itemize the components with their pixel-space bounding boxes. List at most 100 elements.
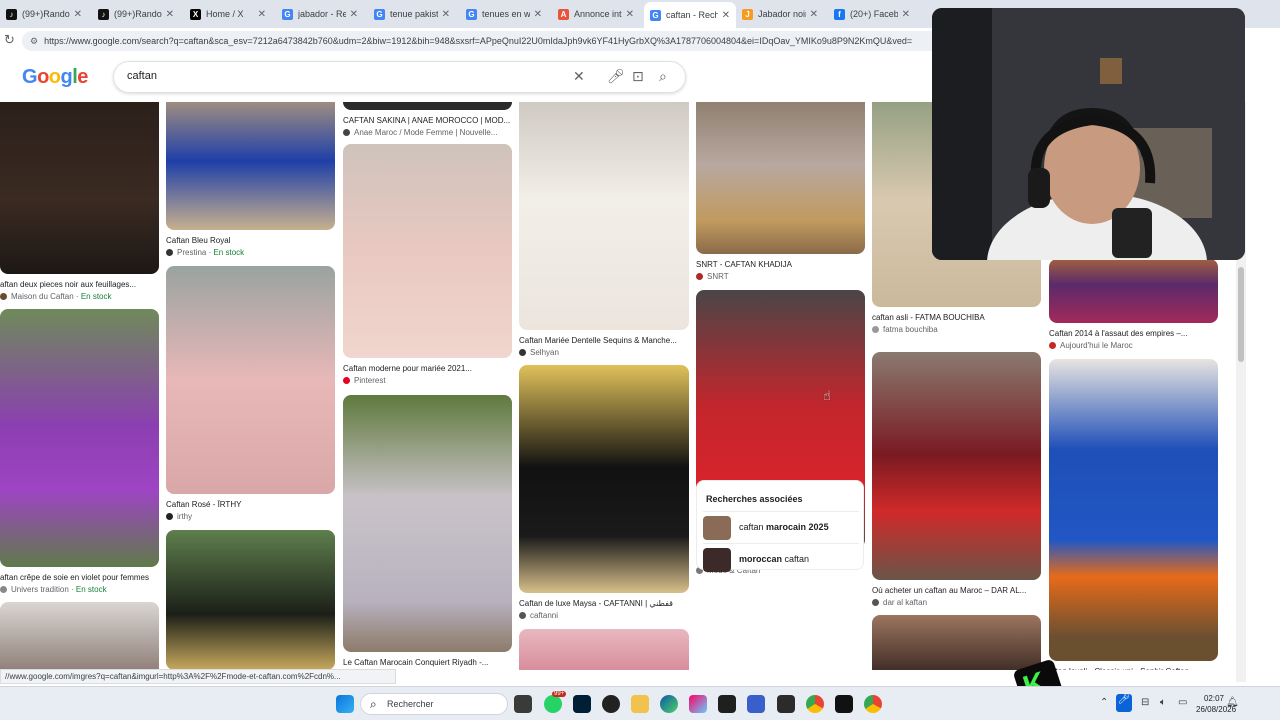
taskbar-search-box[interactable]: ⌕ Rechercher bbox=[360, 693, 508, 715]
result-thumbnail[interactable] bbox=[0, 309, 159, 567]
tab-close-icon[interactable]: ✕ bbox=[442, 9, 450, 20]
tab-close-icon[interactable]: ✕ bbox=[534, 9, 542, 20]
result-caption[interactable]: caftan asli - FATMA BOUCHIBA bbox=[872, 313, 1041, 322]
result-caption[interactable]: CAFTAN SAKINA | ANAE MOROCCO | MOD... bbox=[343, 116, 512, 125]
result-thumbnail[interactable] bbox=[0, 602, 159, 670]
tab-close-icon[interactable]: ✕ bbox=[166, 9, 174, 20]
task-view-icon[interactable] bbox=[514, 695, 532, 713]
browser-tab[interactable]: A Annonce introu ✕ bbox=[552, 3, 640, 25]
photoshop-icon[interactable] bbox=[573, 695, 591, 713]
result-thumbnail[interactable] bbox=[519, 102, 689, 330]
result-thumbnail[interactable] bbox=[519, 629, 689, 670]
result-source: SNRT bbox=[696, 272, 865, 281]
result-source: dar al kaftan bbox=[872, 598, 1041, 607]
source-favicon-icon bbox=[519, 349, 526, 356]
result-thumbnail[interactable] bbox=[343, 395, 512, 652]
result-thumbnail[interactable] bbox=[343, 144, 512, 358]
microphone-icon[interactable]: 🎤︎ bbox=[607, 68, 625, 85]
tab-close-icon[interactable]: ✕ bbox=[902, 9, 910, 20]
result-caption[interactable]: aftan deux pieces noir aux feuillages... bbox=[0, 280, 159, 289]
browser-tab[interactable]: Gcaftan - Reche ✕ bbox=[644, 2, 736, 28]
microphone-icon[interactable]: 🎤︎ bbox=[1116, 694, 1132, 712]
tab-title: (99+)Randonne bbox=[22, 9, 70, 19]
browser-tab[interactable]: X Home / X ✕ bbox=[184, 3, 272, 25]
result-thumbnail[interactable] bbox=[343, 102, 512, 110]
app-icon[interactable] bbox=[747, 695, 765, 713]
related-search-label: caftan marocain 2025 bbox=[739, 522, 829, 532]
search-input[interactable]: caftan bbox=[127, 70, 157, 82]
result-caption[interactable]: SNRT - CAFTAN KHADIJA bbox=[696, 260, 865, 269]
capcut-icon[interactable] bbox=[718, 695, 736, 713]
related-search-item[interactable]: caftan marocain 2025 bbox=[703, 511, 859, 543]
tab-close-icon[interactable]: ✕ bbox=[810, 9, 818, 20]
browser-tab[interactable]: Gtenues en wax ✕ bbox=[460, 3, 548, 25]
chrome-icon[interactable] bbox=[806, 695, 824, 713]
reload-icon[interactable]: ↻ bbox=[4, 32, 15, 48]
result-caption[interactable]: Caftan de luxe Maysa - CAFTANNI | قفطني bbox=[519, 599, 689, 608]
result-caption[interactable]: Caftan Rosé - ÎRTHY bbox=[166, 500, 335, 509]
tab-favicon-icon: G bbox=[466, 8, 477, 20]
stock-status: En stock bbox=[75, 585, 107, 594]
browser-tab[interactable]: J Jabador noir h ✕ bbox=[736, 3, 824, 25]
result-thumbnail[interactable] bbox=[519, 365, 689, 593]
related-search-item[interactable]: moroccan caftan bbox=[703, 543, 859, 575]
clock[interactable]: 02:07 26/08/2026 bbox=[1196, 693, 1236, 715]
chevron-up-icon[interactable]: ⌃ bbox=[1100, 697, 1108, 708]
scrollbar-thumb[interactable] bbox=[1238, 267, 1244, 362]
result-caption[interactable]: aftan layali - Classic uni - Saphir Caft… bbox=[1049, 667, 1218, 670]
network-icon[interactable]: ⊟ bbox=[1141, 697, 1149, 708]
url-field[interactable]: ⚙ https://www.google.com/search?q=caftan&… bbox=[22, 31, 942, 51]
result-caption[interactable]: Caftan moderne pour mariée 2021... bbox=[343, 364, 512, 373]
result-thumbnail[interactable] bbox=[0, 102, 159, 274]
result-thumbnail[interactable] bbox=[166, 266, 335, 494]
lens-icon[interactable]: ⊡ bbox=[632, 68, 644, 85]
result-caption[interactable]: Où acheter un caftan au Maroc – DAR AL..… bbox=[872, 586, 1041, 595]
result-caption[interactable]: Caftan Mariée Dentelle Sequins & Manche.… bbox=[519, 336, 689, 345]
tab-close-icon[interactable]: ✕ bbox=[722, 10, 730, 21]
google-logo[interactable]: Google bbox=[22, 66, 88, 89]
result-thumbnail[interactable] bbox=[872, 615, 1041, 670]
related-thumbnail bbox=[703, 548, 731, 572]
battery-icon[interactable]: ▭ bbox=[1178, 697, 1187, 708]
tab-favicon-icon: f bbox=[834, 8, 845, 20]
result-caption[interactable]: Caftan 2014 à l'assaut des empires –... bbox=[1049, 329, 1218, 338]
source-favicon-icon bbox=[872, 599, 879, 606]
app-icon[interactable] bbox=[777, 695, 795, 713]
webcam-person-image bbox=[932, 8, 1245, 260]
result-caption[interactable]: Caftan Bleu Royal bbox=[166, 236, 335, 245]
browser-tab[interactable]: Gjabador - Reche ✕ bbox=[276, 3, 364, 25]
browser-tab[interactable]: Gtenue pakistan ✕ bbox=[368, 3, 456, 25]
windows-start-icon[interactable] bbox=[336, 695, 354, 713]
search-icon[interactable]: ⌕ bbox=[659, 68, 667, 85]
search-box[interactable]: caftan ✕ 🎤︎ ⊡ ⌕ bbox=[113, 61, 686, 93]
result-thumbnail[interactable] bbox=[166, 102, 335, 230]
obs-icon[interactable] bbox=[602, 695, 620, 713]
site-info-icon[interactable]: ⚙ bbox=[30, 36, 38, 47]
copilot-icon[interactable] bbox=[689, 695, 707, 713]
browser-tab[interactable]: ♪ (99+)Randonne ✕ bbox=[92, 3, 180, 25]
result-thumbnail[interactable] bbox=[166, 530, 335, 670]
file-explorer-icon[interactable] bbox=[631, 695, 649, 713]
result-caption[interactable]: aftan crêpe de soie en violet pour femme… bbox=[0, 573, 159, 582]
browser-tab[interactable]: ♪ (99+)Randonne ✕ bbox=[0, 3, 88, 25]
result-thumbnail[interactable] bbox=[872, 352, 1041, 580]
volume-icon[interactable]: 🔈︎ bbox=[1160, 697, 1166, 708]
result-thumbnail[interactable] bbox=[696, 102, 865, 254]
tab-close-icon[interactable]: ✕ bbox=[350, 9, 358, 20]
app-icon[interactable] bbox=[835, 695, 853, 713]
tab-close-icon[interactable]: ✕ bbox=[626, 9, 634, 20]
whatsapp-icon[interactable] bbox=[544, 695, 562, 713]
related-searches-panel: Recherches associées caftan marocain 202… bbox=[696, 480, 864, 572]
tab-title: tenue pakistan bbox=[390, 9, 438, 19]
notification-bell-icon[interactable]: 🔔︎ bbox=[1226, 697, 1239, 708]
chrome-icon[interactable] bbox=[864, 695, 882, 713]
browser-tab[interactable]: f (20+) Facebook ✕ bbox=[828, 3, 916, 25]
result-caption[interactable]: Le Caftan Marocain Conquiert Riyadh -... bbox=[343, 658, 512, 667]
tab-close-icon[interactable]: ✕ bbox=[74, 9, 82, 20]
result-thumbnail[interactable] bbox=[1049, 259, 1218, 323]
clear-icon[interactable]: ✕ bbox=[573, 68, 585, 85]
tab-close-icon[interactable]: ✕ bbox=[258, 9, 266, 20]
source-name: fatma bouchiba bbox=[883, 325, 938, 334]
edge-icon[interactable] bbox=[660, 695, 678, 713]
result-thumbnail[interactable] bbox=[1049, 359, 1218, 661]
